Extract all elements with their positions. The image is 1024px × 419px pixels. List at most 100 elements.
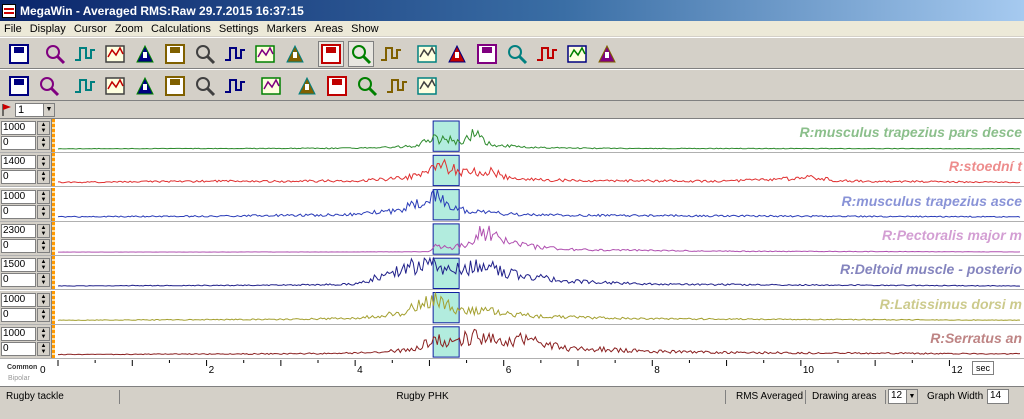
axis-unit: sec	[972, 361, 994, 375]
selection-area[interactable]	[432, 223, 460, 255]
joint-angle-button[interactable]	[258, 73, 284, 99]
area-select-button[interactable]	[348, 41, 374, 67]
export-file-icon	[598, 44, 616, 63]
wave-cursor-button[interactable]	[102, 73, 128, 99]
save-icon	[9, 44, 29, 64]
emg-plot-area[interactable]: 1000 ▲ ▼ 0 ▲ ▼ R:musculus trapezius pars d…	[0, 119, 1024, 360]
frequency-bars-button[interactable]	[414, 73, 440, 99]
axis-tick-label: 6	[506, 365, 512, 376]
menu-item-markers[interactable]: Markers	[263, 23, 311, 35]
menu-item-file[interactable]: File	[0, 23, 26, 35]
chevron-down-icon[interactable]: ▼	[43, 104, 54, 116]
document-button[interactable]	[564, 41, 590, 67]
menu-item-areas[interactable]: Areas	[310, 23, 347, 35]
trigger-arrow-icon	[327, 76, 347, 96]
cursor-left-icon	[196, 45, 216, 65]
export-file-button[interactable]	[594, 41, 620, 67]
magnifier-button[interactable]	[102, 41, 128, 67]
marker-flag-icon	[2, 104, 11, 116]
menu-item-cursor[interactable]: Cursor	[70, 23, 111, 35]
scale-icon	[381, 47, 401, 61]
step-pulse-icon	[508, 45, 528, 65]
frequency-bars-icon	[417, 77, 437, 95]
status-rms: RMS Averaged	[730, 390, 806, 404]
waveform-edit-button[interactable]	[414, 41, 440, 67]
marker-select[interactable]: 1 ▼	[15, 103, 55, 117]
window-titlebar: MegaWin - Averaged RMS:Raw 29.7.2015 16:…	[0, 0, 1024, 21]
cross-wave-icon	[165, 76, 185, 96]
emg-pen-button[interactable]	[36, 73, 62, 99]
menu-item-show[interactable]: Show	[347, 23, 383, 35]
zoom-fit-button[interactable]	[162, 41, 188, 67]
marker-select-value: 1	[18, 104, 25, 116]
marker-flag-button[interactable]	[282, 41, 308, 67]
menu-item-settings[interactable]: Settings	[215, 23, 263, 35]
area-select-icon	[352, 45, 372, 65]
cursor-right-icon	[225, 47, 245, 61]
bar-histogram-button[interactable]	[222, 73, 248, 99]
tool-stack-icon	[196, 77, 216, 97]
menu-item-display[interactable]: Display	[26, 23, 70, 35]
zoom-freq-button[interactable]	[72, 41, 98, 67]
zoom-fit-icon	[165, 44, 185, 64]
emg-trace-line	[57, 129, 1021, 150]
selection-area[interactable]	[432, 292, 460, 324]
status-tackle: Rugby tackle	[0, 390, 120, 404]
marker-flag-icon	[286, 44, 304, 63]
cursor-right-button[interactable]	[222, 41, 248, 67]
channel-grid-button[interactable]	[444, 41, 470, 67]
axis-tick-label: 2	[209, 365, 215, 376]
scale-button[interactable]	[378, 41, 404, 67]
zoom-rms-button[interactable]	[42, 41, 68, 67]
bar-histogram-icon	[225, 79, 245, 93]
camera-button[interactable]	[534, 41, 560, 67]
status-session: Rugby PHK	[120, 390, 726, 404]
cross-wave-button[interactable]	[162, 73, 188, 99]
report-icon	[477, 44, 497, 64]
pulse-icon	[136, 76, 154, 95]
menu-item-calculations[interactable]: Calculations	[147, 23, 215, 35]
marker-row: 1 ▼	[0, 101, 1024, 119]
drawing-areas-value: 12	[891, 390, 903, 401]
report-button[interactable]	[474, 41, 500, 67]
menu-item-zoom[interactable]: Zoom	[111, 23, 147, 35]
wave-cursor-icon	[105, 77, 125, 95]
emg-traces	[57, 120, 1021, 358]
time-axis-ticks: 0 2 4 6 8 10 12	[40, 360, 963, 376]
trigger-arrow-button[interactable]	[324, 73, 350, 99]
emg-trace-line	[57, 189, 1021, 218]
graph-width-input[interactable]: 14	[987, 389, 1009, 404]
display-mode-icon	[321, 44, 341, 64]
normalize-icon	[298, 76, 316, 95]
step-signal-button[interactable]	[252, 41, 278, 67]
move-signal-icon	[358, 77, 378, 97]
emg-trace-line	[57, 292, 1021, 321]
time-axis: Common Bipolar 0 2 4 6 8 10 12 sec	[0, 360, 1024, 386]
ruler-button[interactable]	[384, 73, 410, 99]
drawing-areas-label: Drawing areas	[806, 390, 886, 404]
channel-grid-icon	[448, 44, 466, 63]
chevron-down-icon[interactable]: ▼	[906, 390, 917, 403]
step-pulse-button[interactable]	[504, 41, 530, 67]
zoom-box-button[interactable]	[132, 41, 158, 67]
zoom-box-icon	[136, 44, 154, 63]
drawing-areas-select[interactable]: 12 ▼	[888, 389, 918, 404]
channels-list-icon	[9, 76, 29, 96]
save-button[interactable]	[6, 41, 32, 67]
window-title: MegaWin - Averaged RMS:Raw 29.7.2015 16:…	[20, 3, 304, 18]
pulse-button[interactable]	[132, 73, 158, 99]
channels-list-button[interactable]	[6, 73, 32, 99]
emg-trace-line	[57, 256, 1021, 287]
move-signal-button[interactable]	[354, 73, 380, 99]
document-icon	[567, 45, 587, 63]
graph-width-label: Graph Width	[927, 391, 984, 402]
normalize-button[interactable]	[294, 73, 320, 99]
axis-tick-label: 0	[40, 365, 46, 376]
display-mode-button[interactable]	[318, 41, 344, 67]
app-icon	[2, 3, 16, 18]
emg-trace-line	[58, 225, 1021, 253]
cursor-left-button[interactable]	[192, 41, 218, 67]
axis-tick-label: 8	[654, 365, 660, 376]
filter-button[interactable]	[72, 73, 98, 99]
tool-stack-button[interactable]	[192, 73, 218, 99]
